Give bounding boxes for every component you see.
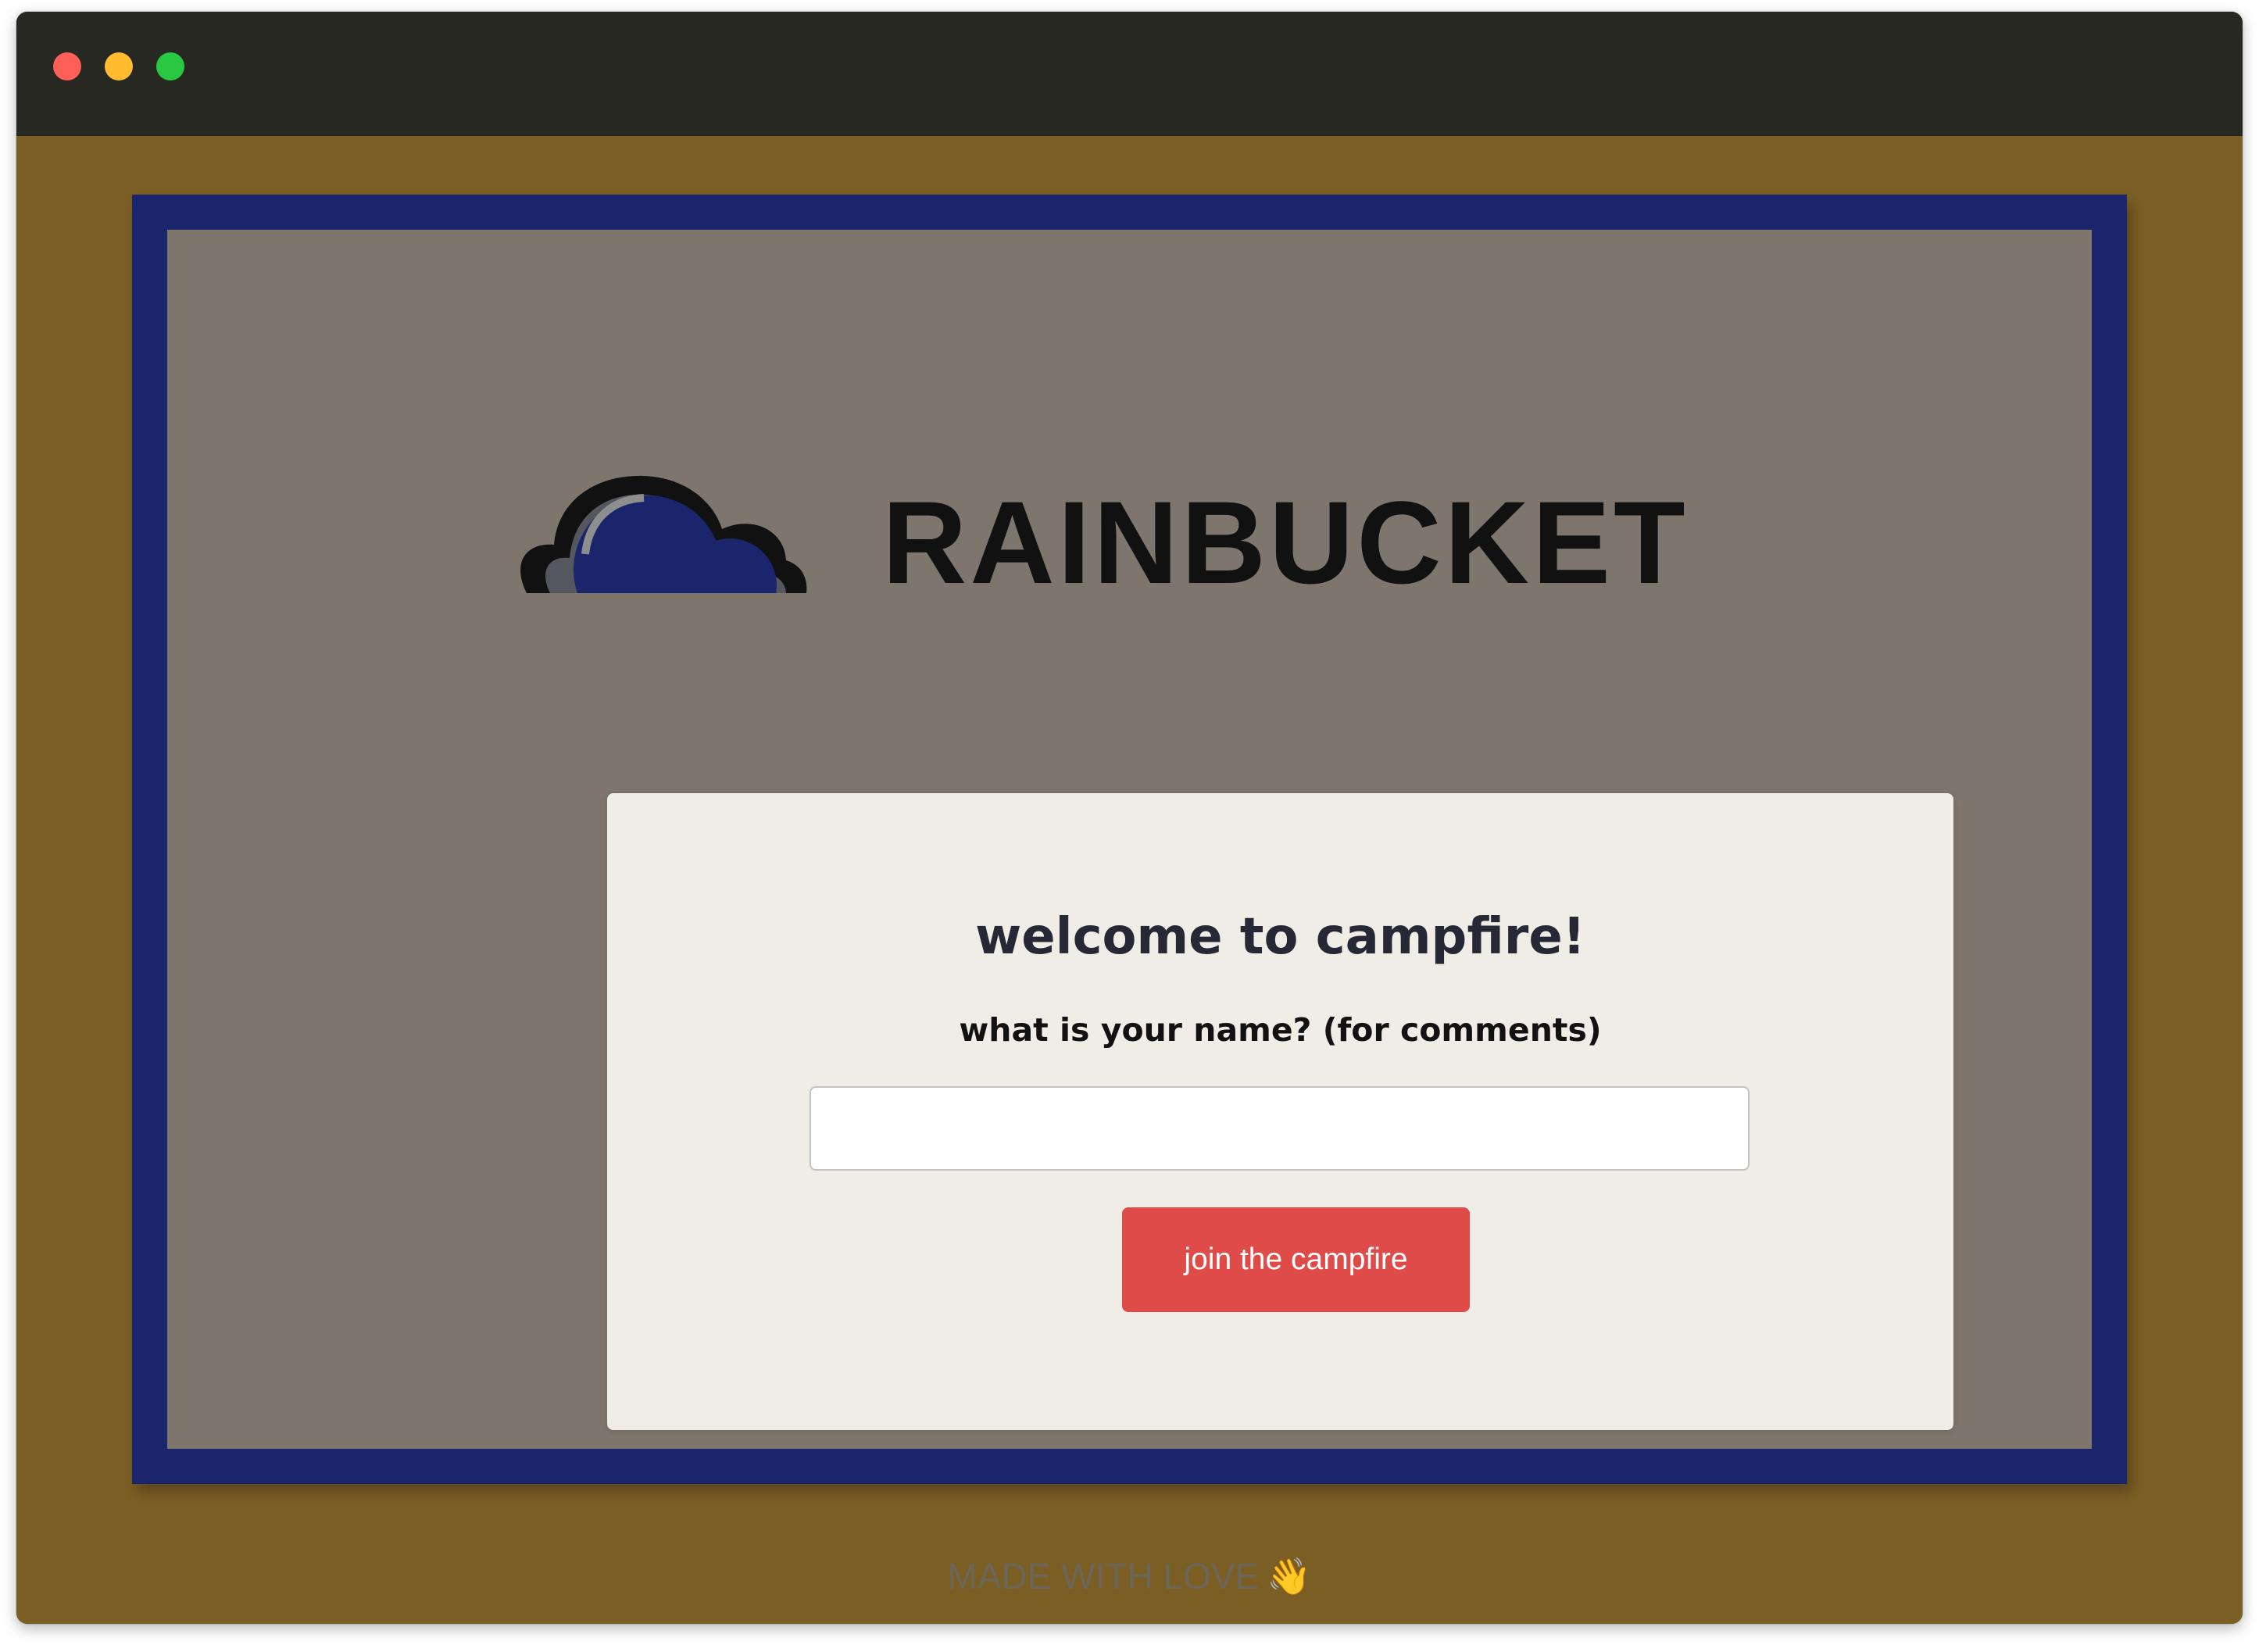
page-content: RAINBUCKET welcome to campfire! what is …: [16, 136, 2243, 1624]
name-field-label: what is your name? (for comments): [959, 1011, 1602, 1049]
modal-title: welcome to campfire!: [975, 908, 1585, 966]
cloud-icon: [520, 475, 807, 593]
footer: MADE WITH LOVE 👋: [16, 1558, 2243, 1594]
close-window-button[interactable]: [53, 52, 81, 80]
minimize-window-button[interactable]: [105, 52, 133, 80]
content-frame: RAINBUCKET welcome to campfire! what is …: [132, 195, 2127, 1484]
window-titlebar: [16, 12, 2243, 136]
welcome-modal: welcome to campfire! what is your name? …: [607, 793, 1953, 1430]
name-input[interactable]: [810, 1086, 1750, 1171]
logo-wordmark: RAINBUCKET: [882, 477, 1689, 608]
browser-window: RAINBUCKET welcome to campfire! what is …: [16, 12, 2243, 1624]
dimmed-backdrop: RAINBUCKET welcome to campfire! what is …: [167, 230, 2092, 1449]
join-campfire-button[interactable]: join the campfire: [1122, 1207, 1470, 1312]
zoom-window-button[interactable]: [156, 52, 184, 80]
waving-hand-icon: 👋: [1267, 1556, 1312, 1597]
footer-text: MADE WITH LOVE: [947, 1556, 1260, 1597]
